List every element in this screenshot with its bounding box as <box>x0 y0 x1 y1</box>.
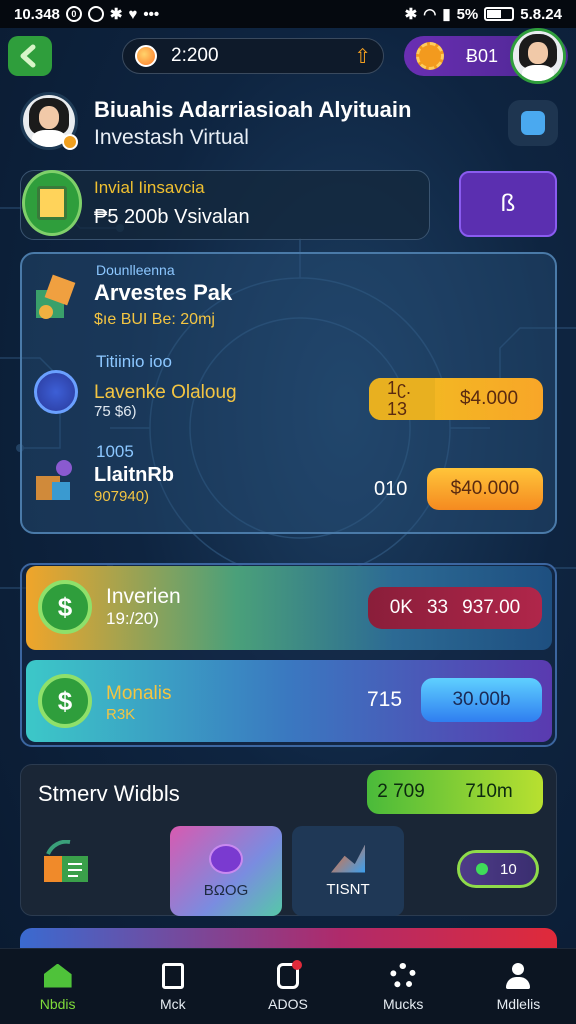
gear-icon <box>388 962 418 990</box>
more-dots-icon: ••• <box>143 5 160 23</box>
coin-icon <box>135 45 157 67</box>
chat-icon <box>209 843 243 874</box>
reward1-price-button[interactable]: 0K 33 937.00 <box>368 587 542 629</box>
wifi-icon: ◠ <box>423 6 437 23</box>
share-icon[interactable]: ⇧ <box>354 44 371 69</box>
nav-item-settings-label: Mucks <box>382 995 424 1012</box>
offer3-price-button[interactable]: $40.000 <box>427 468 543 510</box>
game-card-chart[interactable]: TISNT <box>292 826 404 916</box>
messenger-icon <box>87 6 104 22</box>
offer2-price-button[interactable]: 1ʗ. 13 $4.000 <box>369 378 543 420</box>
games-pill-right: 710m <box>465 781 513 802</box>
battery-text: 5% <box>456 5 479 23</box>
offer3-title: LlaitnRb <box>94 464 174 486</box>
gear-value: Ƀ01 <box>466 45 499 66</box>
reward2-title: Monalis <box>106 683 172 704</box>
battery-icon <box>484 7 515 21</box>
game-card-chat-label: BΩOG <box>203 881 249 899</box>
profile-badge-icon <box>62 134 78 150</box>
investment-value: ₱5 200b Vsivalan <box>94 206 250 228</box>
offer2-title: Lavenke Olaloug <box>94 382 237 403</box>
investment-action-button[interactable]: ß <box>459 171 557 237</box>
reward2-subtitle: R3K <box>106 706 136 723</box>
nav-item-home[interactable]: Nbdis <box>0 949 115 1024</box>
profile-subtitle: Investash Virtual <box>94 126 249 149</box>
person-icon <box>503 962 533 990</box>
bluetooth-icon: ✱ <box>109 6 123 23</box>
games-pill-left: 2 709 <box>377 781 425 802</box>
nav-item-bag[interactable]: ADOS <box>230 949 345 1024</box>
investment-document-icon <box>22 170 82 236</box>
package-icon <box>36 274 76 319</box>
reward1-pill-mid: 33 <box>426 597 449 618</box>
notification-icon: 0 <box>65 6 82 22</box>
offer2-pill-left: 1ʗ. 13 <box>369 378 435 420</box>
ticket-dot-icon <box>476 863 488 875</box>
bottom-navigation: Nbdis Mck ADOS Mucks Mdlelis <box>0 948 576 1024</box>
back-arrow-icon <box>20 44 36 68</box>
offer1-subtitle: $ıe BUI Be: 20mj <box>94 311 215 328</box>
offer3-label: 1005 <box>96 442 134 461</box>
games-title: Stmerv Widbls <box>38 781 180 806</box>
nav-item-settings[interactable]: Mucks <box>346 949 461 1024</box>
ticket-button[interactable]: 10 <box>457 850 539 888</box>
puzzle-button[interactable] <box>508 100 558 146</box>
offer3-count: 010 <box>374 478 408 500</box>
reward2-count: 715 <box>367 688 403 711</box>
signal-icon: ▮ <box>442 6 451 23</box>
reward2-price-button[interactable]: 30.00b <box>421 678 542 722</box>
offer2-label: Titiinio ioo <box>96 352 172 371</box>
offer1-title: Arvestes Pak <box>94 280 233 305</box>
chart-icon <box>331 844 365 873</box>
gift-box-icon <box>36 460 72 500</box>
status-right-time: 5.8.24 <box>520 5 562 23</box>
bag-icon <box>273 959 303 990</box>
offer2-pill-right: $4.000 <box>459 388 519 409</box>
status-bar: 10.348 0 ✱ ♥ ••• ✱ ◠ ▮ 5% 5.8.24 <box>0 0 576 28</box>
puzzle-icon <box>521 111 545 135</box>
offer1-label: Dounlleenna <box>96 262 175 278</box>
investment-title: Invial Iinsavcia <box>94 178 205 197</box>
status-time: 10.348 <box>14 5 60 23</box>
gear-icon <box>416 42 444 70</box>
home-icon <box>43 962 73 990</box>
notification-dot <box>292 959 302 970</box>
cards-icon <box>44 840 88 882</box>
reward1-pill-left: 0K <box>389 597 413 618</box>
coin-balance: 2:200 <box>171 45 219 66</box>
offer2-subtitle: 75 $6) <box>94 403 137 420</box>
ticket-text: 10 <box>500 860 517 878</box>
nav-item-profile[interactable]: Mdlelis <box>461 949 576 1024</box>
coin-balance-pill[interactable]: 2:200 ⇧ <box>122 38 384 74</box>
profile-name: Biuahis Adarriasioah Alyituain <box>94 97 412 122</box>
reward1-title: Inverien <box>106 585 181 608</box>
nav-item-shop[interactable]: Mck <box>115 949 230 1024</box>
offer3-subtitle: 907940) <box>94 488 150 505</box>
reward1-subtitle: 19:/20) <box>106 609 159 628</box>
nav-item-profile-label: Mdlelis <box>496 995 541 1012</box>
user-avatar[interactable] <box>510 28 566 84</box>
chat-bubble-icon <box>34 370 78 414</box>
reward1-pill-right: 937.00 <box>462 597 521 618</box>
nav-item-bag-label: ADOS <box>268 995 308 1012</box>
dollar-coin-icon-2: $ <box>38 674 92 728</box>
nav-item-shop-label: Mck <box>159 995 186 1012</box>
dollar-coin-icon: $ <box>38 580 92 634</box>
back-button[interactable] <box>8 36 52 76</box>
bluetooth-status-icon: ✱ <box>404 6 418 23</box>
game-card-chat[interactable]: BΩOG <box>170 826 282 916</box>
nav-item-home-label: Nbdis <box>39 995 76 1012</box>
games-score-button[interactable]: 2 709 710m <box>367 770 543 814</box>
shop-icon <box>158 962 188 990</box>
game-card-chart-label: TISNT <box>326 880 370 898</box>
shield-icon: ♥ <box>128 5 138 23</box>
